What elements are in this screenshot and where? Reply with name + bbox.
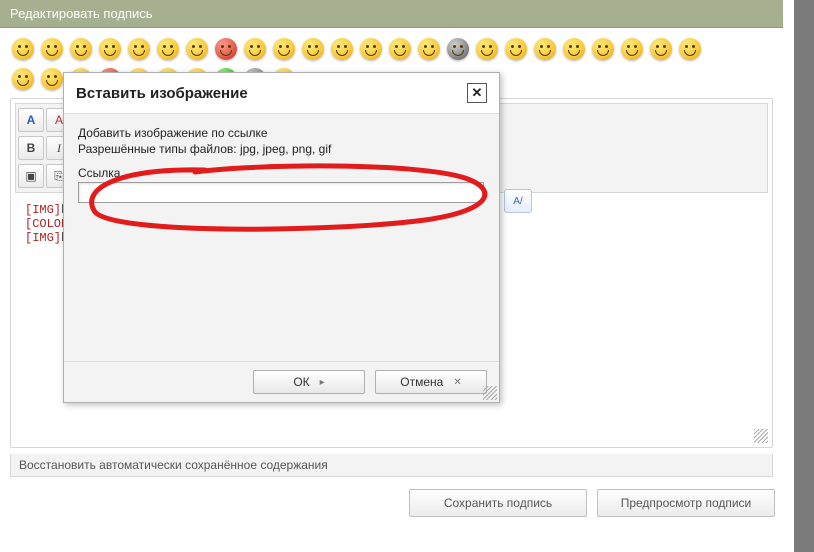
switch-mode-button[interactable]: A/ xyxy=(504,189,532,213)
emoji-sad[interactable] xyxy=(41,68,63,90)
close-x-icon: ✕ xyxy=(453,377,461,388)
emoji-angry[interactable] xyxy=(215,38,237,60)
ok-button[interactable]: ОК ▸ xyxy=(253,370,365,394)
emoji-wink[interactable] xyxy=(70,38,92,60)
preview-signature-button[interactable]: Предпросмотр подписи xyxy=(597,489,775,517)
emoji-mask[interactable] xyxy=(157,38,179,60)
close-icon[interactable]: ✕ xyxy=(467,83,487,103)
emoji-sun[interactable] xyxy=(592,38,614,60)
cancel-button[interactable]: Отмена ✕ xyxy=(375,370,487,394)
save-signature-button[interactable]: Сохранить подпись xyxy=(409,489,587,517)
emoji-hearts[interactable] xyxy=(650,38,672,60)
emoji-surprised[interactable] xyxy=(302,38,324,60)
dialog-resize-grip-icon[interactable] xyxy=(483,386,497,400)
insert-image-button[interactable]: ▣ xyxy=(18,164,44,188)
chevron-right-icon: ▸ xyxy=(320,377,325,388)
emoji-cool[interactable] xyxy=(99,38,121,60)
emoji-dizzy[interactable] xyxy=(621,38,643,60)
emoji-eyebrow[interactable] xyxy=(534,38,556,60)
ok-button-label: ОК xyxy=(293,375,309,389)
dialog-body: Добавить изображение по ссылке Разрешённ… xyxy=(64,114,499,361)
font-color-a[interactable]: A xyxy=(18,108,44,132)
page-root: Редактировать подпись AA⌫ BI ▣⎘ [IMG]ht[… xyxy=(0,0,814,552)
panel-title: Редактировать подпись xyxy=(0,0,783,28)
emoji-crazy[interactable] xyxy=(563,38,585,60)
emoji-blush[interactable] xyxy=(273,38,295,60)
bold-button[interactable]: B xyxy=(18,136,44,160)
emoji-sleep[interactable] xyxy=(505,38,527,60)
emoji-kiss[interactable] xyxy=(476,38,498,60)
form-actions: Сохранить подпись Предпросмотр подписи xyxy=(4,477,779,517)
emoji-glasses[interactable] xyxy=(186,38,208,60)
emoji-dead[interactable] xyxy=(418,38,440,60)
dialog-desc-2: Разрешённые типы файлов: jpg, jpeg, png,… xyxy=(78,142,485,156)
emoji-laugh[interactable] xyxy=(128,38,150,60)
dialog-footer: ОК ▸ Отмена ✕ xyxy=(64,361,499,402)
restore-autosave-button[interactable]: Восстановить автоматически сохранённое с… xyxy=(10,454,773,477)
resize-grip-icon[interactable] xyxy=(754,429,768,443)
dialog-header: Вставить изображение ✕ xyxy=(64,73,499,114)
dialog-title: Вставить изображение xyxy=(76,85,248,102)
emoji-row-1 xyxy=(4,34,779,64)
scroll-gutter xyxy=(794,0,814,552)
emoji-yawn[interactable] xyxy=(331,38,353,60)
url-label: Ссылка xyxy=(78,166,485,180)
cancel-button-label: Отмена xyxy=(400,375,443,389)
emoji-confused[interactable] xyxy=(360,38,382,60)
emoji-tongue[interactable] xyxy=(12,68,34,90)
emoji-grin[interactable] xyxy=(41,38,63,60)
emoji-gray-confused[interactable] xyxy=(447,38,469,60)
image-url-input[interactable] xyxy=(78,182,484,203)
emoji-oops[interactable] xyxy=(244,38,266,60)
emoji-sly[interactable] xyxy=(679,38,701,60)
emoji-smile[interactable] xyxy=(12,38,34,60)
dialog-desc-1: Добавить изображение по ссылке xyxy=(78,126,485,140)
emoji-cry[interactable] xyxy=(389,38,411,60)
insert-image-dialog: Вставить изображение ✕ Добавить изображе… xyxy=(63,72,500,403)
